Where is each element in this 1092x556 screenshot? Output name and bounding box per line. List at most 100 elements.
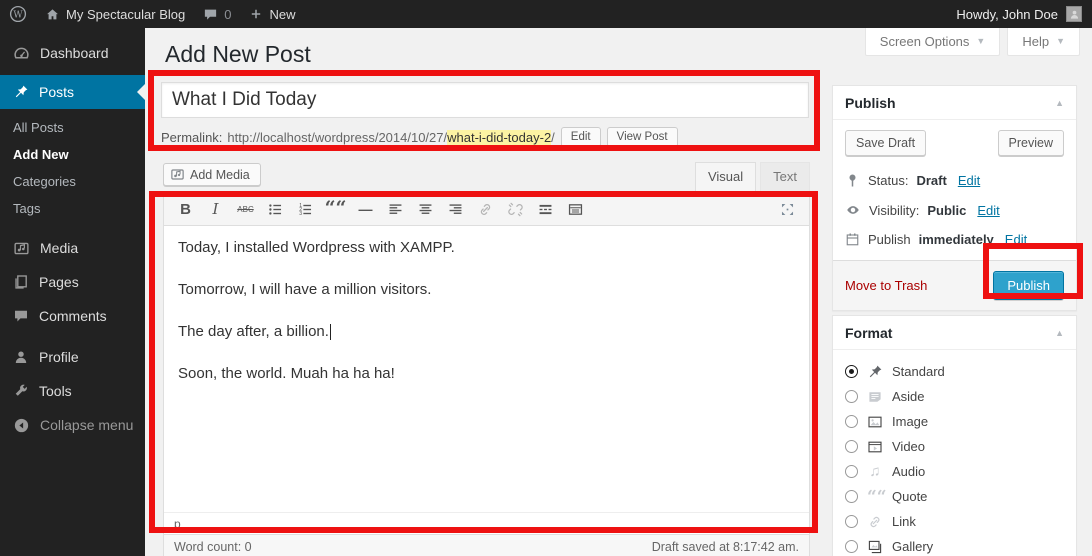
align-left-button[interactable] — [383, 197, 408, 221]
sidebar-item-comments[interactable]: Comments — [0, 299, 145, 333]
wordpress-logo-menu[interactable]: W — [0, 0, 36, 28]
radio-gallery[interactable] — [845, 540, 858, 553]
bold-button[interactable]: B — [173, 197, 198, 221]
site-name-link[interactable]: My Spectacular Blog — [36, 0, 194, 28]
visibility-value: Public — [927, 203, 966, 218]
collapse-toggle-icon[interactable]: ▲ — [1055, 98, 1064, 108]
edit-visibility-link[interactable]: Edit — [977, 203, 999, 218]
format-video-icon — [867, 439, 883, 455]
italic-button[interactable]: I — [203, 197, 228, 221]
comment-bubble-icon — [203, 7, 218, 22]
format-option-quote[interactable]: ““ Quote — [845, 484, 1064, 509]
horizontal-rule-button[interactable]: — — [353, 197, 378, 221]
element-path[interactable]: p — [174, 517, 181, 531]
edit-status-link[interactable]: Edit — [958, 173, 980, 188]
sidebar-item-dashboard[interactable]: Dashboard — [0, 36, 145, 70]
sidebar-item-profile[interactable]: Profile — [0, 340, 145, 374]
format-option-link[interactable]: Link — [845, 509, 1064, 534]
sidebar-item-label: Comments — [39, 308, 107, 324]
radio-image[interactable] — [845, 415, 858, 428]
radio-video[interactable] — [845, 440, 858, 453]
bulleted-list-button[interactable] — [263, 197, 288, 221]
format-option-label: Link — [892, 514, 916, 529]
format-option-label: Video — [892, 439, 925, 454]
strikethrough-button[interactable]: ABC — [233, 197, 258, 221]
comments-bubble[interactable]: 0 — [194, 0, 240, 28]
eye-icon — [845, 202, 861, 218]
publish-panel-body: Save Draft Preview Status: Draft Edit Vi… — [833, 120, 1076, 260]
move-to-trash-link[interactable]: Move to Trash — [845, 278, 927, 293]
format-link-icon — [867, 514, 883, 530]
blockquote-button[interactable]: ““ — [323, 197, 348, 221]
remove-link-button[interactable] — [503, 197, 528, 221]
format-option-gallery[interactable]: Gallery — [845, 534, 1064, 556]
screen-options-tab[interactable]: Screen Options ▼ — [865, 28, 1001, 56]
help-tab[interactable]: Help ▼ — [1007, 28, 1080, 56]
align-right-button[interactable] — [443, 197, 468, 221]
format-option-aside[interactable]: Aside — [845, 384, 1064, 409]
account-menu[interactable]: Howdy, John Doe — [956, 6, 1092, 22]
svg-text:W: W — [13, 10, 23, 20]
distraction-free-button[interactable] — [775, 197, 800, 221]
save-draft-button[interactable]: Save Draft — [845, 130, 926, 156]
visibility-row: Visibility: Public Edit — [845, 195, 1064, 225]
editor-toolbar: B I ABC 123 ““ — — [164, 193, 809, 226]
radio-aside[interactable] — [845, 390, 858, 403]
edit-permalink-button[interactable]: Edit — [561, 127, 601, 147]
add-media-button[interactable]: Add Media — [163, 163, 261, 186]
radio-audio[interactable] — [845, 465, 858, 478]
tab-text[interactable]: Text — [760, 162, 810, 192]
radio-link[interactable] — [845, 515, 858, 528]
publish-panel: Publish ▲ Save Draft Preview Status: Dra… — [832, 85, 1077, 311]
post-title-input[interactable] — [161, 82, 809, 118]
sidebar-item-all-posts[interactable]: All Posts — [0, 114, 145, 141]
sidebar-item-add-new[interactable]: Add New — [0, 141, 145, 168]
sidebar-item-categories[interactable]: Categories — [0, 168, 145, 195]
editor-content[interactable]: Today, I installed Wordpress with XAMPP.… — [164, 226, 809, 512]
status-value: Draft — [916, 173, 946, 188]
publish-panel-header[interactable]: Publish ▲ — [833, 86, 1076, 120]
avatar — [1066, 6, 1082, 22]
sidebar-item-media[interactable]: Media — [0, 231, 145, 265]
insert-link-button[interactable] — [473, 197, 498, 221]
format-panel-header[interactable]: Format ▲ — [833, 316, 1076, 350]
preview-button[interactable]: Preview — [998, 130, 1064, 156]
align-center-button[interactable] — [413, 197, 438, 221]
schedule-value: immediately — [919, 232, 994, 247]
format-standard-icon — [867, 364, 883, 380]
publish-button[interactable]: Publish — [993, 271, 1064, 300]
sidebar-item-posts[interactable]: Posts — [0, 75, 145, 109]
format-option-audio[interactable]: ♫ Audio — [845, 459, 1064, 484]
format-gallery-icon — [867, 539, 883, 555]
format-option-standard[interactable]: Standard — [845, 359, 1064, 384]
sidebar-item-label: Dashboard — [40, 45, 109, 61]
format-option-image[interactable]: Image — [845, 409, 1064, 434]
draft-saved-status: Draft saved at 8:17:42 am. — [652, 540, 799, 554]
editor-paragraph: Today, I installed Wordpress with XAMPP. — [178, 239, 795, 257]
sidebar-item-pages[interactable]: Pages — [0, 265, 145, 299]
numbered-list-button[interactable]: 123 — [293, 197, 318, 221]
radio-quote[interactable] — [845, 490, 858, 503]
horizontal-rule-icon: — — [359, 201, 373, 217]
collapse-toggle-icon[interactable]: ▲ — [1055, 328, 1064, 338]
radio-standard[interactable] — [845, 365, 858, 378]
insert-more-tag-button[interactable] — [533, 197, 558, 221]
permalink-slug[interactable]: what-i-did-today-2 — [447, 130, 551, 145]
publish-panel-footer: Move to Trash Publish — [833, 260, 1076, 310]
sidebar-item-tools[interactable]: Tools — [0, 374, 145, 408]
comments-count: 0 — [224, 7, 231, 22]
new-content-menu[interactable]: New — [240, 0, 304, 28]
help-label: Help — [1022, 34, 1049, 49]
tools-icon — [13, 383, 29, 399]
wordpress-logo-icon: W — [9, 5, 27, 23]
schedule-label: Publish — [868, 232, 911, 247]
view-post-button[interactable]: View Post — [607, 127, 678, 147]
edit-schedule-link[interactable]: Edit — [1005, 232, 1027, 247]
tab-visual[interactable]: Visual — [695, 162, 756, 192]
align-right-icon — [447, 201, 464, 218]
format-option-video[interactable]: Video — [845, 434, 1064, 459]
toolbar-toggle-button[interactable] — [563, 197, 588, 221]
format-panel-title: Format — [845, 325, 892, 341]
sidebar-item-collapse-menu[interactable]: Collapse menu — [0, 408, 145, 442]
sidebar-item-tags[interactable]: Tags — [0, 195, 145, 222]
